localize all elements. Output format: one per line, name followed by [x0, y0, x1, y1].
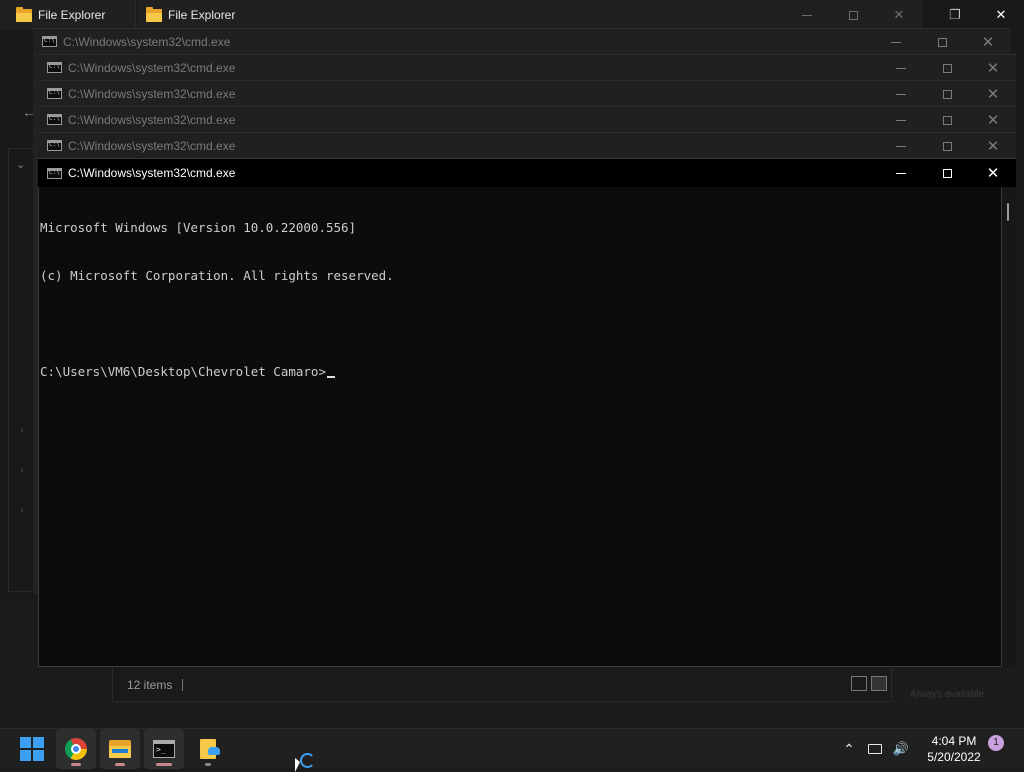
maximize-button[interactable] [924, 159, 970, 188]
tiles-view-icon[interactable] [871, 676, 887, 691]
item-count: 12 items [127, 677, 173, 692]
cmd-icon: C:\ [47, 167, 62, 179]
taskbar-command-prompt[interactable]: >_ [144, 729, 184, 769]
taskbar-archive[interactable] [188, 729, 228, 769]
cmd-window-titlebar[interactable]: C:\ C:\Windows\system32\cmd.exe ✕ [38, 80, 1016, 106]
cmd-icon: C:\ [47, 88, 62, 99]
desktop: File Explorer ❐ ✕ ⌄ ← › › › File Explore… [0, 0, 1024, 728]
console-output[interactable]: Microsoft Windows [Version 10.0.22000.55… [38, 187, 1002, 667]
maximize-button[interactable] [924, 133, 970, 159]
windows-logo-icon [20, 737, 44, 761]
file-explorer-title: File Explorer [38, 8, 106, 22]
taskbar-file-explorer[interactable] [100, 729, 140, 769]
close-button[interactable]: ✕ [970, 81, 1016, 107]
running-indicator [71, 763, 81, 766]
minimize-button[interactable] [878, 107, 924, 133]
cmd-window-title: C:\Windows\system32\cmd.exe [68, 60, 236, 75]
cmd-window-title: C:\Windows\system32\cmd.exe [68, 86, 236, 101]
close-button[interactable]: ✕ [970, 159, 1016, 188]
clock-time: 4:04 PM [931, 734, 977, 748]
close-button[interactable]: ✕ [970, 55, 1016, 81]
maximize-button[interactable] [830, 0, 876, 30]
console-prompt: C:\Users\VM6\Desktop\Chevrolet Camaro> [40, 364, 326, 379]
volume-icon[interactable]: 🔊 [888, 741, 914, 757]
cmd-window-title: C:\Windows\system32\cmd.exe [68, 166, 236, 180]
folder-icon [16, 6, 32, 22]
folder-icon [109, 740, 131, 758]
cmd-window-titlebar[interactable]: C:\ C:\Windows\system32\cmd.exe ✕ [38, 106, 1016, 132]
close-button[interactable]: ✕ [965, 29, 1011, 55]
cmd-window-titlebar[interactable]: C:\ C:\Windows\system32\cmd.exe ✕ [38, 132, 1016, 158]
network-icon[interactable] [862, 744, 888, 754]
running-indicator [156, 763, 172, 766]
watermark-text: Always available [910, 689, 984, 700]
start-button[interactable] [12, 729, 52, 769]
zip-folder-icon [200, 739, 220, 759]
console-scrollbar[interactable] [1002, 187, 1016, 667]
minimize-button[interactable] [784, 0, 830, 30]
maximize-button[interactable] [924, 55, 970, 81]
cmd-icon: C:\ [47, 62, 62, 73]
file-explorer-titlebar-back[interactable]: File Explorer [0, 0, 136, 30]
cmd-icon: >_ [153, 740, 175, 758]
notification-badge[interactable]: 1 [988, 735, 1004, 751]
minimize-button[interactable] [878, 55, 924, 81]
clock-date: 5/20/2022 [927, 750, 981, 764]
cmd-window-titlebar[interactable]: C:\ C:\Windows\system32\cmd.exe ✕ [33, 28, 1011, 54]
cmd-icon: C:\ [47, 114, 62, 125]
nav-pane-edge [8, 148, 36, 592]
maximize-button[interactable] [924, 107, 970, 133]
restore-button[interactable]: ❐ [932, 0, 978, 30]
mouse-pointer-icon [295, 758, 300, 772]
maximize-button[interactable] [924, 81, 970, 107]
running-indicator [205, 763, 211, 766]
close-button[interactable]: ✕ [970, 133, 1016, 159]
minimize-button[interactable] [873, 29, 919, 55]
running-indicator [115, 763, 125, 766]
maximize-button[interactable] [919, 29, 965, 55]
cmd-window-titlebar[interactable]: C:\ C:\Windows\system32\cmd.exe ✕ [38, 54, 1016, 80]
cmd-window-titlebar-active[interactable]: C:\ C:\Windows\system32\cmd.exe ✕ [38, 158, 1016, 187]
console-line: (c) Microsoft Corporation. All rights re… [40, 268, 394, 283]
close-button[interactable]: ✕ [978, 0, 1024, 30]
close-button[interactable]: ✕ [876, 0, 922, 30]
console-prompt-line[interactable]: C:\Users\VM6\Desktop\Chevrolet Camaro> [40, 364, 1001, 380]
minimize-button[interactable] [878, 133, 924, 159]
chevron-up-icon[interactable]: ⌃ [836, 741, 862, 758]
text-cursor [326, 376, 335, 378]
cmd-window-title: C:\Windows\system32\cmd.exe [68, 138, 236, 153]
scrollbar-thumb[interactable] [1007, 203, 1009, 221]
cmd-icon: C:\ [47, 140, 62, 151]
cmd-window-title: C:\Windows\system32\cmd.exe [68, 112, 236, 127]
loading-spinner-icon [300, 753, 315, 768]
file-explorer-window-front[interactable]: File Explorer ✕ [137, 0, 922, 30]
file-explorer-status-bar: 12 items [112, 668, 892, 702]
close-button[interactable]: ✕ [970, 107, 1016, 133]
cmd-window-title: C:\Windows\system32\cmd.exe [63, 34, 231, 49]
system-tray: ⌃ 🔊 [836, 729, 916, 769]
folder-icon [146, 6, 162, 22]
status-divider [182, 678, 184, 691]
file-explorer-title: File Explorer [168, 8, 236, 22]
taskbar-chrome[interactable] [56, 729, 96, 769]
chrome-icon [65, 738, 87, 760]
minimize-button[interactable] [878, 159, 924, 188]
taskbar: >_ ⌃ 🔊 4:04 PM 5/20/2022 [0, 728, 1024, 769]
minimize-button[interactable] [878, 81, 924, 107]
details-view-icon[interactable] [851, 676, 867, 691]
taskbar-clock[interactable]: 4:04 PM 5/20/2022 [916, 731, 992, 765]
console-line: Microsoft Windows [Version 10.0.22000.55… [40, 220, 357, 235]
view-toggle[interactable] [851, 676, 887, 691]
cmd-icon: C:\ [42, 36, 57, 47]
